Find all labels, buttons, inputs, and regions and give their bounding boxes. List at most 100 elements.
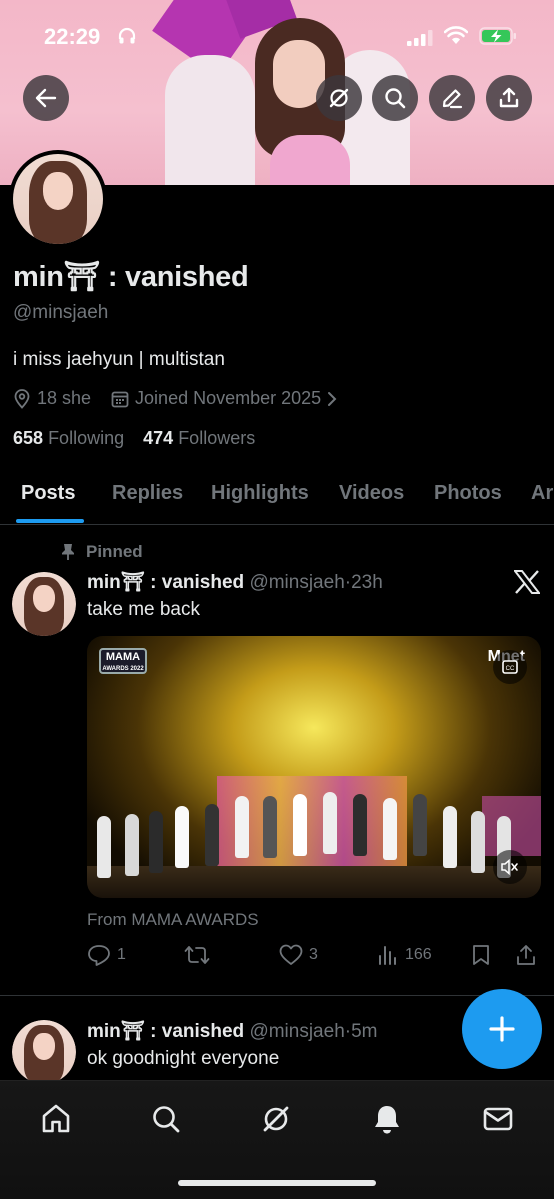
grok-icon [263, 1106, 289, 1132]
like-button[interactable]: 3 [279, 944, 318, 966]
post-share-button[interactable] [515, 944, 537, 966]
profile-tabs: Posts Replies Highlights Videos Photos A… [0, 470, 554, 525]
mama-logo-bottom: AWARDS 2022 [102, 666, 144, 672]
search-icon [385, 88, 406, 109]
repost-icon [184, 946, 210, 964]
reply-icon [88, 945, 110, 966]
edit-icon [442, 89, 463, 109]
chevron-right-icon [328, 391, 337, 406]
profile-joined[interactable]: Joined November 2025 [111, 388, 337, 409]
post-author-name[interactable]: min⛩ : vanished [87, 572, 244, 593]
back-arrow-icon [35, 88, 57, 108]
performer [97, 816, 111, 878]
following-link[interactable]: 658 Following [13, 428, 124, 448]
plus-icon [489, 1016, 515, 1042]
mute-button[interactable] [493, 850, 527, 884]
grok-icon [329, 88, 349, 108]
nav-home[interactable] [36, 1099, 76, 1139]
post-text: ok goodnight everyone [87, 1048, 280, 1069]
profile-name: min⛩ : vanished [13, 261, 249, 293]
post-header: min⛩ : vanished @minsjaeh·23h [87, 570, 383, 594]
post-author-handle[interactable]: @minsjaeh [249, 572, 344, 593]
followers-link[interactable]: 474 Followers [143, 428, 255, 448]
captions-button[interactable]: CC [493, 650, 527, 684]
post-time[interactable]: 23h [351, 572, 383, 593]
nav-messages[interactable] [478, 1099, 518, 1139]
nav-grok[interactable] [256, 1099, 296, 1139]
status-time: 22:29 [44, 24, 101, 49]
post-avatar[interactable] [12, 572, 76, 636]
following-label: Following [48, 428, 125, 448]
battery-charging-icon [479, 27, 516, 45]
tab-photos[interactable]: Photos [434, 482, 502, 505]
compose-button[interactable] [462, 989, 542, 1069]
tab-articles[interactable]: Ar [531, 482, 553, 505]
post-avatar[interactable] [12, 1020, 76, 1084]
follow-counts: 658 Following 474 Followers [13, 428, 269, 449]
back-button[interactable] [23, 75, 69, 121]
profile-bio: i miss jaehyun | multistan [13, 349, 225, 370]
home-icon [42, 1104, 70, 1133]
views-icon [379, 946, 396, 965]
nav-search[interactable] [146, 1099, 186, 1139]
media-source[interactable]: From MAMA AWARDS [87, 910, 259, 930]
avatar-image [12, 572, 76, 636]
profile-avatar[interactable] [9, 150, 107, 248]
post-author-handle[interactable]: @minsjaeh [249, 1021, 344, 1042]
stage-backdrop [482, 796, 541, 856]
nav-notifications[interactable] [367, 1099, 407, 1139]
performer [443, 806, 457, 868]
performer [323, 792, 337, 854]
pinned-text: Pinned [86, 542, 143, 561]
captions-icon: CC [502, 660, 518, 674]
post-actions: 1 3 166 [87, 942, 542, 970]
share-icon [499, 87, 519, 108]
bookmark-icon [473, 945, 489, 965]
performer [235, 796, 249, 858]
performer [383, 798, 397, 860]
avatar-image [13, 154, 103, 244]
performer [413, 794, 427, 856]
location-text: 18 she [37, 388, 92, 408]
share-icon [517, 945, 535, 965]
performer [149, 811, 163, 873]
speaker-muted-icon [501, 859, 518, 875]
active-tab-indicator [16, 519, 84, 523]
tab-posts[interactable]: Posts [21, 482, 75, 505]
joined-text: Joined November 2025 [135, 388, 322, 408]
signal-icon [407, 30, 433, 46]
reply-button[interactable]: 1 [87, 944, 126, 966]
performer [293, 794, 307, 856]
banner-figure [165, 55, 255, 185]
post-text: take me back [87, 599, 200, 620]
performer [263, 796, 277, 858]
like-count: 3 [309, 946, 318, 963]
wifi-icon [444, 26, 468, 44]
reply-count: 1 [117, 946, 126, 963]
location-icon [14, 388, 30, 409]
home-indicator[interactable] [178, 1180, 376, 1186]
x-logo-icon[interactable] [514, 570, 540, 594]
bell-icon [375, 1106, 399, 1134]
followers-label: Followers [178, 428, 256, 448]
repost-button[interactable] [184, 944, 210, 966]
pin-icon [62, 544, 74, 560]
search-button[interactable] [372, 75, 418, 121]
bookmark-button[interactable] [472, 944, 490, 966]
post-video[interactable]: MAMA AWARDS 2022 Mnet CC [87, 636, 541, 898]
edit-button[interactable] [429, 75, 475, 121]
share-button[interactable] [486, 75, 532, 121]
post-time[interactable]: 5m [351, 1021, 377, 1042]
grok-button[interactable] [316, 75, 362, 121]
performer [175, 806, 189, 868]
views-button[interactable]: 166 [377, 944, 432, 966]
tab-replies[interactable]: Replies [112, 482, 183, 505]
calendar-icon [111, 391, 129, 407]
status-bar: 22:29 [0, 0, 554, 70]
profile-handle: @minsjaeh [13, 302, 109, 323]
tab-videos[interactable]: Videos [339, 482, 404, 505]
post-author-name[interactable]: min⛩ : vanished [87, 1021, 244, 1042]
tab-highlights[interactable]: Highlights [211, 482, 309, 505]
views-count: 166 [405, 946, 432, 963]
banner-figure [270, 135, 350, 185]
